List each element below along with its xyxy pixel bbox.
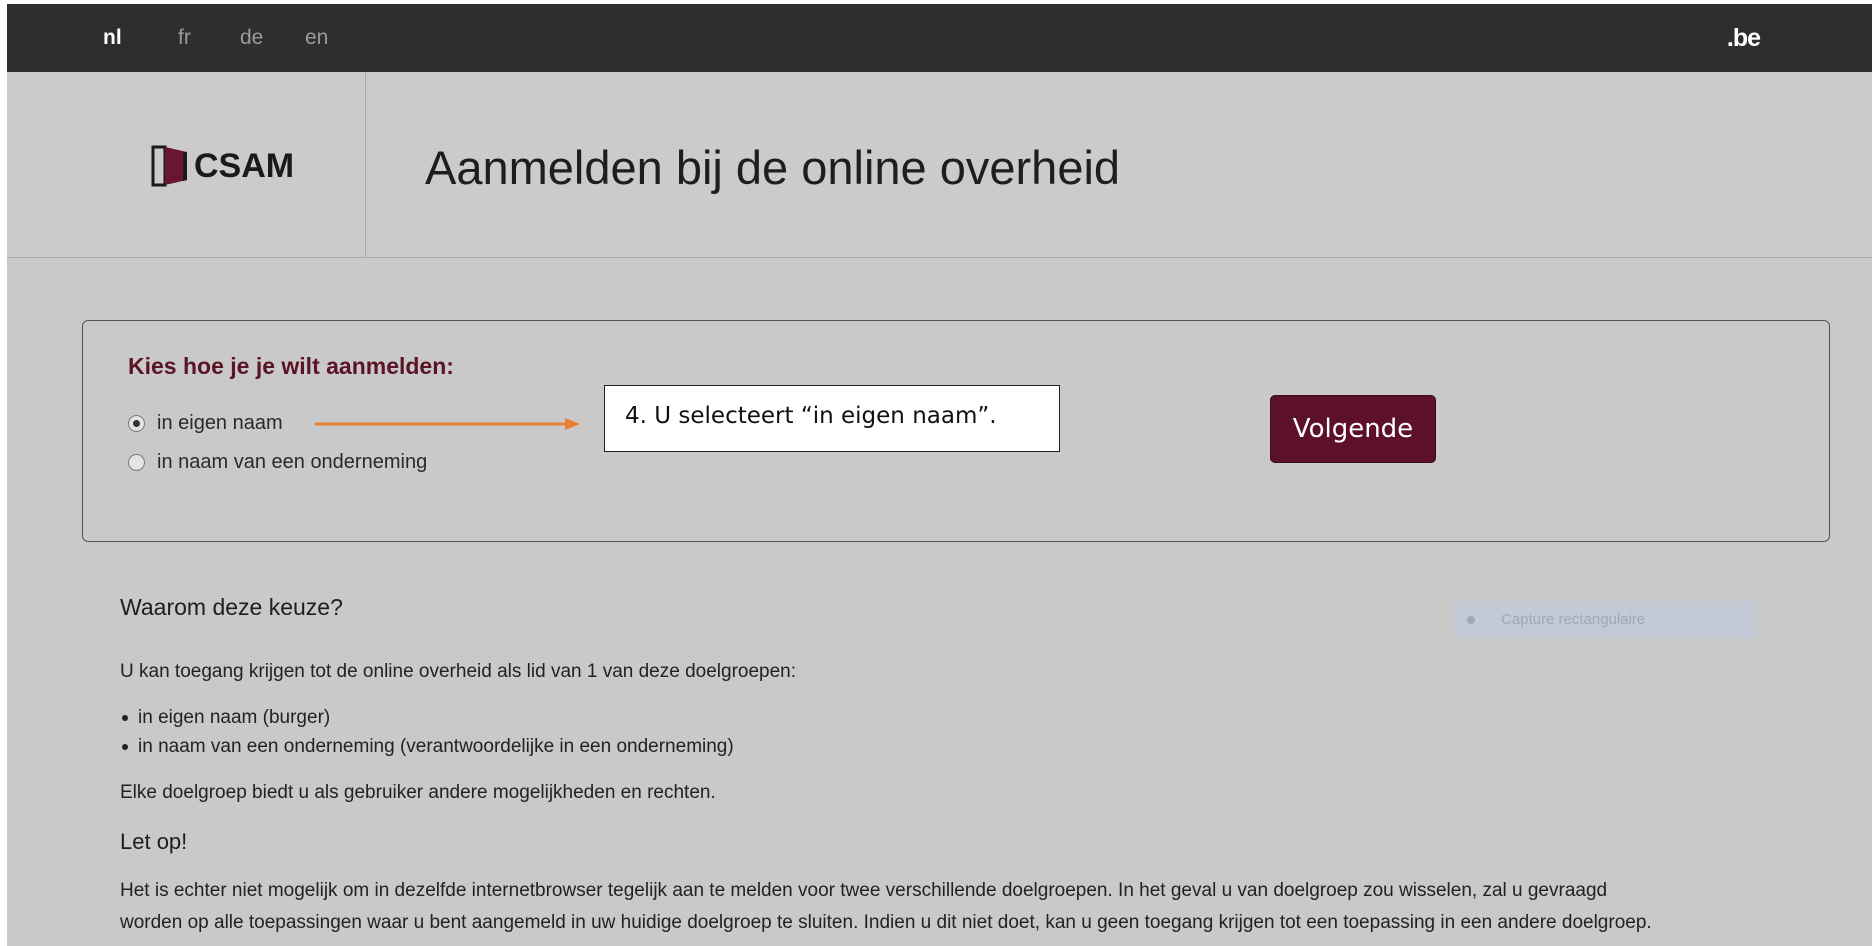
list-item-text: in eigen naam (burger) (138, 707, 331, 728)
top-bar: nl fr de en .be (7, 4, 1872, 72)
radio-own-name[interactable] (128, 415, 145, 432)
header-divider (365, 72, 366, 258)
note-line-2: worden op alle toepassingen waar u bent … (120, 912, 1652, 933)
overlay-dot-icon (1467, 615, 1475, 624)
header: CSAM Aanmelden bij de online overheid (7, 72, 1872, 258)
option-company-label: in naam van een onderneming (157, 451, 428, 473)
list-item-text: in naam van een onderneming (verantwoord… (138, 736, 734, 757)
annotation-arrow-icon (315, 418, 580, 430)
page-title: Aanmelden bij de online overheid (425, 141, 1121, 194)
option-own-name[interactable]: in eigen naam (128, 412, 283, 435)
why-heading: Waarom deze keuze? (120, 594, 343, 620)
note-line-1: Het is echter niet mogelijk om in dezelf… (120, 880, 1608, 901)
list-item: in eigen naam (burger) (122, 707, 330, 729)
lang-nl-link[interactable]: nl (103, 26, 122, 50)
login-choice-panel: Kies hoe je je wilt aanmelden: in eigen … (82, 320, 1830, 542)
overlay-ghost-text: Capture rectangulaire (1501, 611, 1646, 628)
bullet-icon (122, 715, 128, 721)
lang-en-link[interactable]: en (305, 26, 328, 50)
lang-de-link[interactable]: de (240, 26, 263, 50)
csam-door-icon (151, 145, 187, 187)
annotation-callout: 4. U selecteert “in eigen naam”. (604, 385, 1060, 452)
rights-text: Elke doelgroep biedt u als gebruiker and… (120, 782, 716, 803)
bullet-icon (122, 744, 128, 750)
note-heading: Let op! (120, 829, 188, 854)
intro-text: U kan toegang krijgen tot de online over… (120, 661, 797, 682)
radio-company[interactable] (128, 454, 145, 471)
logo-text: CSAM (194, 146, 295, 185)
option-own-name-label: in eigen naam (157, 412, 283, 434)
capture-overlay-ghost: Capture rectangulaire (1453, 601, 1756, 638)
be-logo[interactable]: .be (1727, 24, 1761, 53)
lang-fr-link[interactable]: fr (178, 26, 191, 50)
next-button[interactable]: Volgende (1270, 395, 1436, 463)
choice-heading: Kies hoe je je wilt aanmelden: (128, 353, 454, 379)
csam-logo: CSAM (150, 144, 294, 188)
page-frame: nl fr de en .be CSAM Aanmelden bij de on… (7, 4, 1872, 946)
option-company[interactable]: in naam van een onderneming (128, 451, 427, 474)
list-item: in naam van een onderneming (verantwoord… (122, 736, 734, 758)
